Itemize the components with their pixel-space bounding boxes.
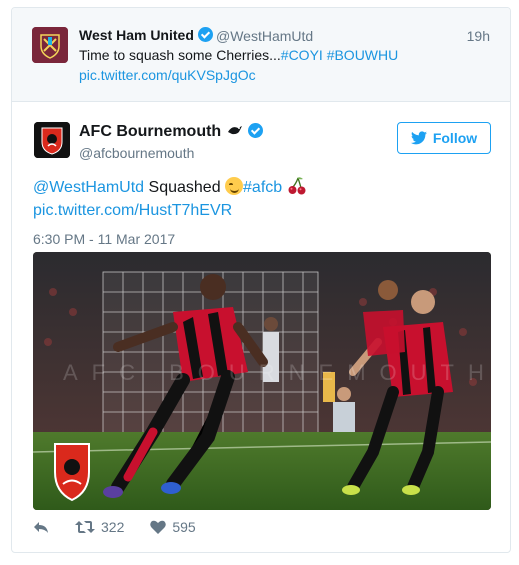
reply-button[interactable]	[33, 520, 49, 534]
west-ham-crest-icon	[32, 27, 68, 63]
like-button[interactable]: 595	[150, 519, 196, 535]
goal-celebration-photo: AFC BOURNEMOUTH	[33, 252, 491, 510]
tweet-body: Squashed	[144, 179, 226, 196]
like-count: 595	[172, 519, 196, 535]
retweet-button[interactable]: 322	[75, 519, 124, 535]
winking-face-emoji-icon	[225, 177, 244, 195]
reply-icon	[34, 522, 48, 533]
parent-tweet-body: Time to squash some Cherries...	[79, 47, 281, 63]
parent-tweet-time[interactable]: 19h	[467, 28, 490, 44]
parent-pic-link[interactable]: pic.twitter.com/quKVSpJgOc	[79, 67, 256, 83]
tweet-photo[interactable]: AFC BOURNEMOUTH	[33, 252, 491, 510]
parent-author-name[interactable]: West Ham United	[79, 27, 213, 43]
author-name-text[interactable]: AFC Bournemouth	[79, 123, 221, 140]
twitter-bird-icon	[410, 131, 427, 145]
west-ham-avatar[interactable]	[32, 27, 68, 63]
bournemouth-crest-icon	[34, 122, 70, 158]
retweet-icon	[75, 521, 95, 533]
parent-tweet-text: Time to squash some Cherries...#COYI #BO…	[79, 47, 398, 63]
cherries-emoji-icon	[288, 177, 306, 195]
tweet-pic-link[interactable]: pic.twitter.com/HustT7hEVR	[33, 199, 493, 222]
retweet-count: 322	[101, 519, 125, 535]
author-name[interactable]: AFC Bournemouth	[79, 123, 264, 141]
tweet-text: @WestHamUtd Squashed #afcb pic.twitter.c…	[33, 176, 493, 222]
follow-button[interactable]: Follow	[397, 122, 491, 154]
tweet-actions: 322 595	[33, 519, 222, 535]
photo-watermark: AFC BOURNEMOUTH	[63, 360, 491, 385]
mention-westhamutd[interactable]: @WestHamUtd	[33, 179, 144, 196]
follow-button-label[interactable]: Follow	[433, 130, 477, 146]
parent-tweet[interactable]: West Ham United @WestHamUtd 19h Time to …	[12, 8, 510, 102]
hashtag-bouwhu[interactable]: #BOUWHU	[327, 47, 399, 63]
author-handle[interactable]: @afcbournemouth	[79, 145, 194, 161]
bournemouth-avatar[interactable]	[34, 122, 70, 158]
cherry-bird-icon	[227, 126, 242, 135]
verified-badge-icon	[197, 27, 213, 42]
hashtag-afcb[interactable]: #afcb	[243, 179, 282, 196]
hashtag-coyi[interactable]: #COYI	[281, 47, 323, 63]
parent-author-name-text[interactable]: West Ham United	[79, 27, 194, 43]
tweet-timestamp[interactable]: 6:30 PM - 11 Mar 2017	[33, 231, 175, 247]
embedded-tweet-card: West Ham United @WestHamUtd 19h Time to …	[11, 7, 511, 553]
parent-author-handle[interactable]: @WestHamUtd	[216, 28, 313, 44]
verified-badge-icon	[248, 123, 264, 138]
heart-icon	[150, 520, 167, 534]
